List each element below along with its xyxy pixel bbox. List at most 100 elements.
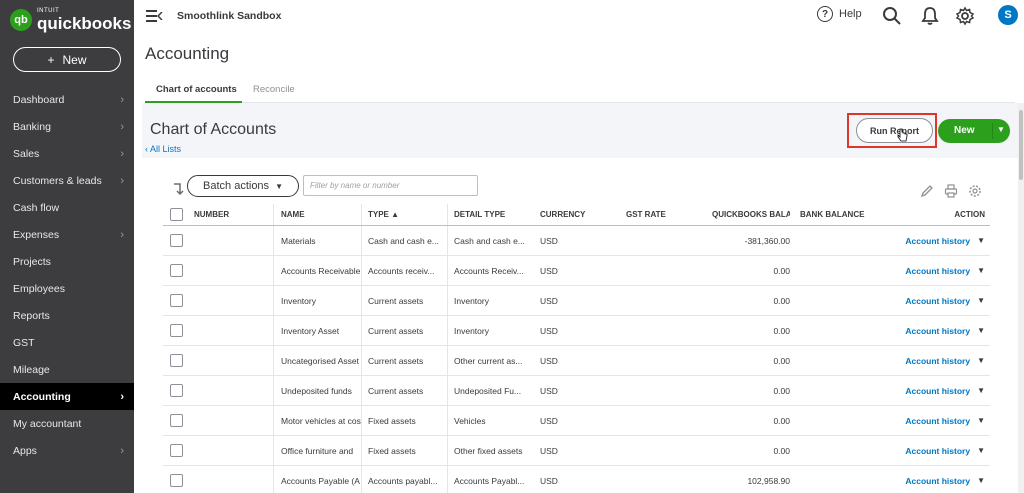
account-history-link[interactable]: Account history	[905, 326, 970, 336]
row-checkbox[interactable]	[170, 354, 183, 367]
sidebar-item-my-accountant[interactable]: My accountant	[0, 410, 134, 437]
caret-down-icon[interactable]: ▼	[977, 446, 985, 455]
sidebar-item-cash-flow[interactable]: Cash flow	[0, 194, 134, 221]
search-icon[interactable]	[882, 6, 902, 26]
sidebar-item-expenses[interactable]: Expenses ›	[0, 221, 134, 248]
sidebar-item-reports[interactable]: Reports	[0, 302, 134, 329]
caret-down-icon[interactable]: ▼	[977, 266, 985, 275]
cell-number	[194, 436, 279, 465]
filter-input[interactable]	[303, 175, 478, 196]
chevron-right-icon: ›	[120, 147, 124, 160]
page-title: Accounting	[145, 44, 230, 63]
help-button[interactable]: ? Help	[817, 6, 862, 22]
new-account-button[interactable]: New ▼	[938, 119, 1010, 143]
quickbooks-logo[interactable]: qb INTUIT quickbooks	[10, 8, 131, 32]
gear-icon[interactable]	[955, 6, 975, 26]
account-history-link[interactable]: Account history	[905, 266, 970, 276]
sidebar-item-dashboard[interactable]: Dashboard ›	[0, 86, 134, 113]
table-row[interactable]: Accounts Payable (A Accounts payabl... Acc…	[163, 466, 990, 493]
caret-down-icon[interactable]: ▼	[997, 125, 1005, 134]
table-row[interactable]: Inventory Current assets Inventory USD 0.00 A…	[163, 286, 990, 316]
header-number[interactable]: NUMBER	[194, 204, 279, 225]
sidebar-item-mileage[interactable]: Mileage	[0, 356, 134, 383]
cell-currency: USD	[540, 295, 558, 306]
scrollbar-thumb[interactable]	[1019, 110, 1023, 180]
row-checkbox[interactable]	[170, 414, 183, 427]
caret-down-icon[interactable]: ▼	[977, 416, 985, 425]
table-row[interactable]: Office furniture and Fixed assets Other fi…	[163, 436, 990, 466]
account-history-link[interactable]: Account history	[905, 356, 970, 366]
header-currency[interactable]: CURRENCY	[540, 204, 610, 225]
header-gst-rate[interactable]: GST RATE	[626, 204, 696, 225]
plus-icon: +	[47, 52, 55, 67]
tab-reconcile[interactable]: Reconcile	[253, 84, 295, 101]
all-lists-link[interactable]: ‹ All Lists	[145, 144, 181, 154]
table-row[interactable]: Uncategorised Asset Current assets Other c…	[163, 346, 990, 376]
sidebar-new-button[interactable]: + New	[13, 47, 121, 72]
row-checkbox[interactable]	[170, 294, 183, 307]
caret-down-icon[interactable]: ▼	[977, 386, 985, 395]
header-detail-type[interactable]: DETAIL TYPE	[454, 204, 532, 225]
sidebar-item-customers-leads[interactable]: Customers & leads ›	[0, 167, 134, 194]
cell-action: Account history ▼	[863, 406, 985, 435]
user-avatar[interactable]: S	[998, 5, 1018, 25]
sort-icon[interactable]	[172, 182, 184, 196]
select-all-checkbox[interactable]	[170, 208, 183, 221]
sidebar-item-gst[interactable]: GST	[0, 329, 134, 356]
sidebar-item-label: Banking	[13, 120, 51, 133]
section-title: Chart of Accounts	[150, 121, 277, 138]
pencil-icon[interactable]	[920, 184, 934, 198]
cell-type: Cash and cash e...	[368, 235, 439, 246]
cell-detail-type: Accounts Receiv...	[454, 265, 524, 276]
cell-detail-type: Other fixed assets	[454, 445, 523, 456]
settings-icon[interactable]	[968, 184, 982, 198]
bell-icon[interactable]	[920, 6, 940, 26]
cell-currency: USD	[540, 265, 558, 276]
account-history-link[interactable]: Account history	[905, 476, 970, 486]
sidebar-item-label: Cash flow	[13, 201, 60, 214]
sidebar-item-banking[interactable]: Banking ›	[0, 113, 134, 140]
table-row[interactable]: Undeposited funds Current assets Undeposit…	[163, 376, 990, 406]
table-row[interactable]: Materials Cash and cash e... Cash and cash…	[163, 226, 990, 256]
table-row[interactable]: Inventory Asset Current assets Inventory US…	[163, 316, 990, 346]
account-history-link[interactable]: Account history	[905, 416, 970, 426]
cell-detail-type: Undeposited Fu...	[454, 385, 522, 396]
sidebar-item-label: GST	[13, 336, 35, 349]
batch-actions-button[interactable]: Batch actions ▼	[187, 175, 299, 197]
header-type[interactable]: TYPE ▲	[368, 204, 448, 225]
header-name[interactable]: NAME	[281, 204, 361, 225]
sidebar-item-employees[interactable]: Employees	[0, 275, 134, 302]
sidebar-item-sales[interactable]: Sales ›	[0, 140, 134, 167]
menu-collapse-icon[interactable]	[146, 9, 163, 23]
caret-down-icon[interactable]: ▼	[977, 326, 985, 335]
row-checkbox[interactable]	[170, 444, 183, 457]
account-history-link[interactable]: Account history	[905, 236, 970, 246]
row-checkbox[interactable]	[170, 264, 183, 277]
caret-down-icon[interactable]: ▼	[977, 236, 985, 245]
sidebar-item-label: Customers & leads	[13, 174, 102, 187]
caret-down-icon[interactable]: ▼	[977, 356, 985, 365]
caret-down-icon[interactable]: ▼	[977, 296, 985, 305]
cell-type: Fixed assets	[368, 445, 416, 456]
table-row[interactable]: Accounts Receivable Accounts receiv... Acc…	[163, 256, 990, 286]
account-history-link[interactable]: Account history	[905, 296, 970, 306]
sidebar-item-accounting[interactable]: Accounting ›	[0, 383, 134, 410]
row-checkbox[interactable]	[170, 384, 183, 397]
table-row[interactable]: Motor vehicles at cost Fixed assets Vehicl…	[163, 406, 990, 436]
sidebar-item-projects[interactable]: Projects	[0, 248, 134, 275]
caret-down-icon: ▼	[275, 181, 283, 191]
accounts-table: NUMBER NAME TYPE ▲ DETAIL TYPE CURRENCY …	[163, 204, 990, 493]
run-report-button[interactable]: Run Report	[856, 118, 933, 143]
row-checkbox[interactable]	[170, 474, 183, 487]
header-quickbooks-balance[interactable]: QUICKBOOKS BALA	[712, 204, 790, 225]
tab-chart-of-accounts[interactable]: Chart of accounts	[145, 84, 242, 104]
print-icon[interactable]	[944, 184, 958, 198]
cell-currency: USD	[540, 355, 558, 366]
sidebar-item-apps[interactable]: Apps ›	[0, 437, 134, 464]
row-checkbox[interactable]	[170, 234, 183, 247]
cell-currency: USD	[540, 235, 558, 246]
caret-down-icon[interactable]: ▼	[977, 476, 985, 485]
account-history-link[interactable]: Account history	[905, 386, 970, 396]
account-history-link[interactable]: Account history	[905, 446, 970, 456]
row-checkbox[interactable]	[170, 324, 183, 337]
